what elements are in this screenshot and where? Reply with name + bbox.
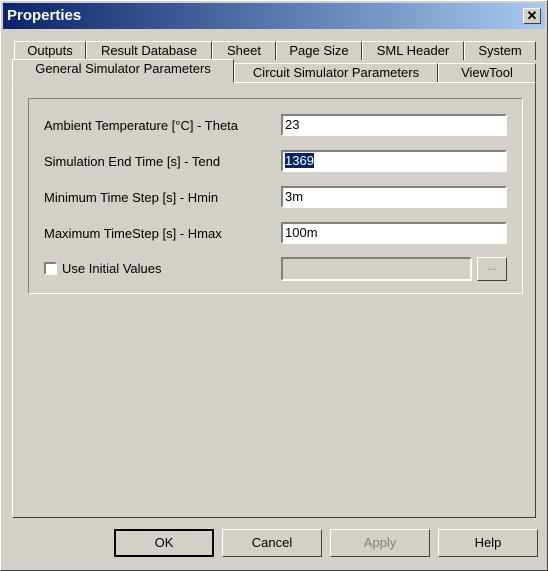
close-icon[interactable]: ✕	[523, 8, 541, 24]
tab-page-size[interactable]: Page Size	[276, 41, 362, 60]
simulation-end-time-value: 1369	[285, 153, 314, 168]
tab-system[interactable]: System	[464, 41, 536, 60]
ambient-temperature-value: 23	[285, 117, 300, 132]
ambient-temperature-input[interactable]: 23	[281, 114, 507, 136]
maximum-time-step-label: Maximum TimeStep [s] - Hmax	[44, 226, 222, 241]
help-button[interactable]: Help	[438, 529, 538, 557]
minimum-time-step-input[interactable]: 3m	[281, 186, 507, 208]
use-initial-values-checkbox[interactable]	[44, 262, 57, 275]
window-title: Properties	[7, 7, 82, 24]
title-bar: Properties ✕	[3, 3, 545, 29]
cancel-button[interactable]: Cancel	[222, 529, 322, 557]
maximum-time-step-value: 100m	[285, 225, 318, 240]
minimum-time-step-value: 3m	[285, 189, 304, 204]
apply-button: Apply	[330, 529, 430, 557]
initial-values-path-input	[281, 257, 472, 281]
ok-button[interactable]: OK	[114, 529, 214, 557]
use-initial-values-label: Use Initial Values	[62, 261, 162, 276]
tab-general-simulator-parameters[interactable]: General Simulator Parameters	[12, 59, 234, 83]
tab-outputs[interactable]: Outputs	[14, 41, 86, 60]
tab-result-database[interactable]: Result Database	[86, 41, 212, 60]
tab-sheet[interactable]: Sheet	[212, 41, 276, 60]
simulation-end-time-label: Simulation End Time [s] - Tend	[44, 154, 221, 169]
tab-viewtool[interactable]: ViewTool	[438, 63, 536, 82]
tab-circuit-simulator-parameters[interactable]: Circuit Simulator Parameters	[234, 63, 438, 82]
browse-button: ...	[477, 257, 507, 281]
minimum-time-step-label: Minimum Time Step [s] - Hmin	[44, 190, 219, 205]
simulation-end-time-input[interactable]: 1369	[281, 150, 507, 172]
maximum-time-step-input[interactable]: 100m	[281, 222, 507, 244]
ambient-temperature-label: Ambient Temperature [°C] - Theta	[44, 118, 239, 133]
tab-sml-header[interactable]: SML Header	[362, 41, 464, 60]
